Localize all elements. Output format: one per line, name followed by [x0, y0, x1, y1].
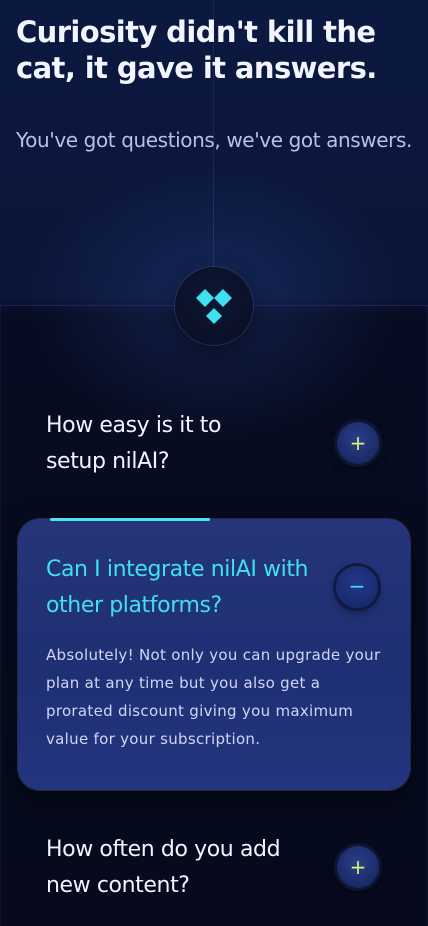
collapse-button[interactable]: − [336, 566, 378, 608]
active-accent-bar [50, 518, 210, 521]
faq-answer: Absolutely! Not only you can upgrade you… [46, 646, 381, 748]
expand-button[interactable]: + [337, 422, 379, 464]
expand-button[interactable]: + [337, 846, 379, 888]
logo-badge [175, 267, 253, 345]
faq-question[interactable]: How easy is it to setup nilAI? [46, 408, 286, 480]
faq-question[interactable]: How often do you add new content? [46, 832, 286, 904]
plus-icon: + [349, 855, 367, 879]
faq-question[interactable]: Can I integrate nilAI with other platfor… [46, 552, 316, 624]
hero-title: Curiosity didn't kill the cat, it gave i… [16, 15, 377, 85]
minus-icon: − [348, 574, 366, 598]
nilai-logo-icon [196, 289, 232, 324]
hero-subtitle: You've got questions, we've got answers. [16, 128, 412, 152]
plus-icon: + [349, 431, 367, 455]
frame-line-left [0, 306, 1, 926]
